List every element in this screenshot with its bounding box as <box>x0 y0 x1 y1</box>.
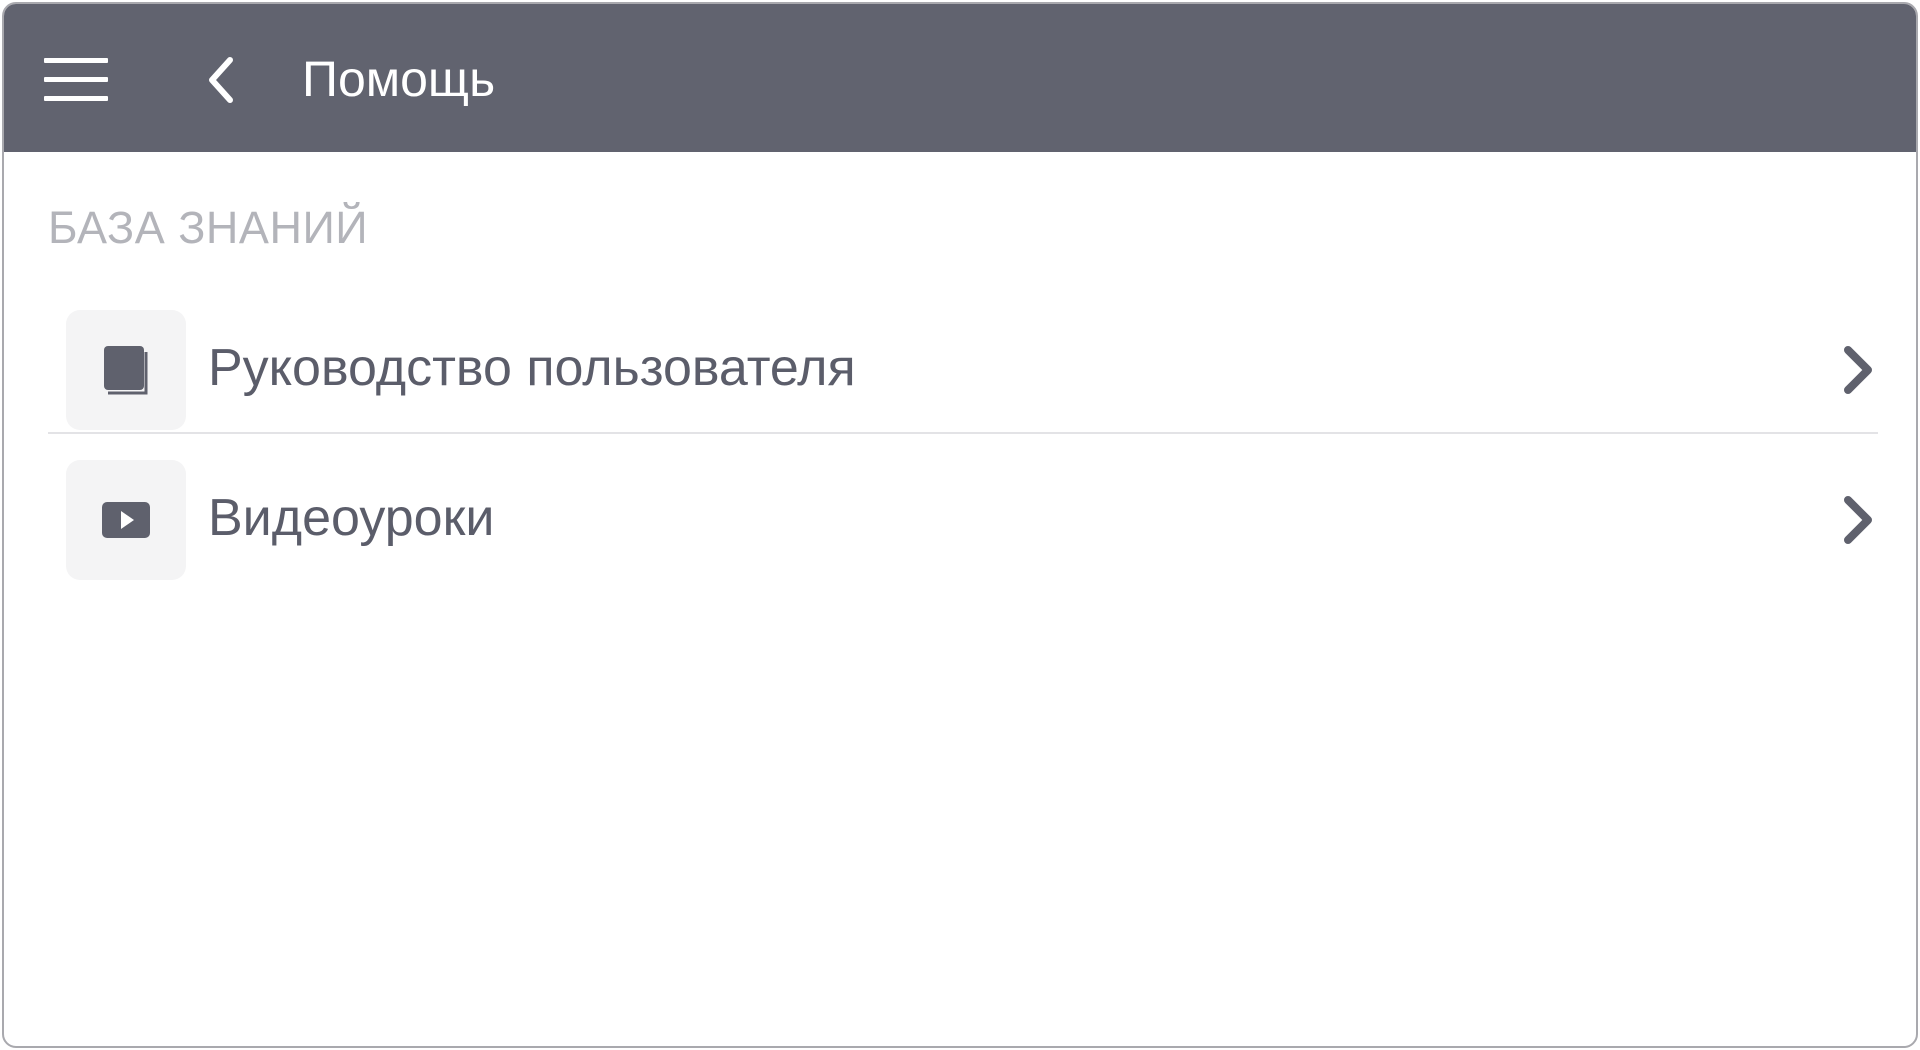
top-app-bar: Помощь <box>4 4 1916 152</box>
item-icon-box <box>66 310 186 430</box>
app-window: Помощь БАЗА ЗНАНИЙ Руководство пользоват… <box>2 2 1918 1048</box>
section-title-knowledge-base: БАЗА ЗНАНИЙ <box>48 202 369 253</box>
chevron-right-icon <box>1844 346 1872 394</box>
list-divider <box>48 432 1878 434</box>
page-title: Помощь <box>302 51 496 107</box>
list-item-video-lessons[interactable]: Видеоуроки <box>48 446 1878 586</box>
chevron-right-icon <box>1844 496 1872 544</box>
list-item-user-guide[interactable]: Руководство пользователя <box>48 286 1878 430</box>
book-icon <box>104 346 148 395</box>
video-play-icon <box>102 502 150 538</box>
chevron-left-icon <box>209 57 233 103</box>
list-item-label: Руководство пользователя <box>208 339 856 397</box>
back-button[interactable] <box>200 54 244 106</box>
list-item-label: Видеоуроки <box>208 489 495 547</box>
item-icon-box <box>66 460 186 580</box>
hamburger-menu-icon[interactable] <box>44 58 108 102</box>
